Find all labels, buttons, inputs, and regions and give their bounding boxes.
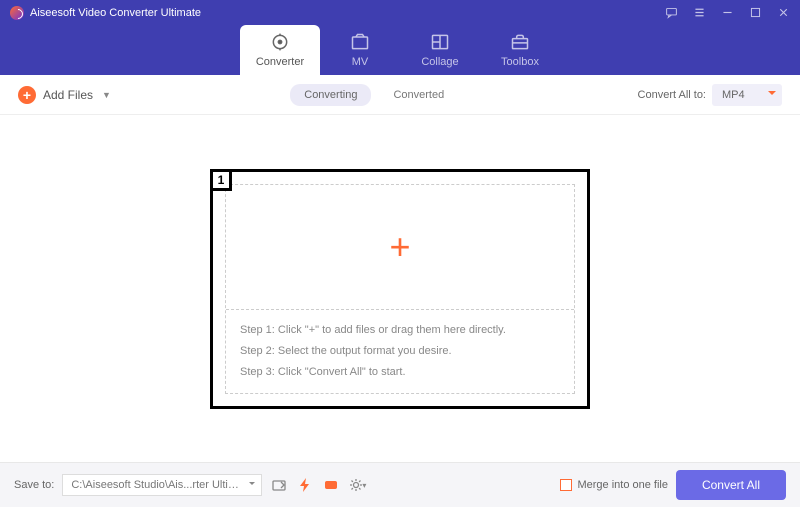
segment-converted[interactable]: Converted	[379, 84, 458, 106]
maximize-icon[interactable]	[748, 6, 762, 20]
step-text: Step 3: Click "Convert All" to start.	[240, 362, 560, 383]
app-title: Aiseesoft Video Converter Ultimate	[30, 7, 201, 19]
feedback-icon[interactable]	[664, 6, 678, 20]
segment-converting[interactable]: Converting	[290, 84, 371, 106]
toolbar: + Add Files ▼ Converting Converted Conve…	[0, 75, 800, 115]
settings-icon[interactable]: ▾	[348, 476, 366, 494]
convert-all-to-label: Convert All to:	[638, 89, 706, 101]
close-icon[interactable]	[776, 6, 790, 20]
footer: Save to: C:\Aiseesoft Studio\Ais...rter …	[0, 462, 800, 507]
save-to-label: Save to:	[14, 479, 54, 491]
add-files-label: Add Files	[43, 88, 93, 102]
checkbox-icon	[560, 479, 572, 491]
convert-all-button[interactable]: Convert All	[676, 470, 786, 500]
window-controls	[664, 6, 790, 20]
drop-zone[interactable]: + Step 1: Click "+" to add files or drag…	[225, 184, 575, 394]
drop-zone-add-area[interactable]: +	[226, 185, 574, 310]
output-format-select[interactable]: MP4	[712, 84, 782, 106]
tab-label: Converter	[256, 56, 304, 68]
callout-badge: 1	[210, 169, 232, 191]
titlebar: Aiseesoft Video Converter Ultimate	[0, 0, 800, 25]
open-folder-icon[interactable]	[270, 476, 288, 494]
tab-toolbox[interactable]: Toolbox	[480, 25, 560, 75]
chevron-down-icon: ▼	[102, 90, 111, 100]
plus-icon: +	[18, 86, 36, 104]
step-text: Step 2: Select the output format you des…	[240, 341, 560, 362]
tab-converter[interactable]: Converter	[240, 25, 320, 75]
step-text: Step 1: Click "+" to add files or drag t…	[240, 320, 560, 341]
tab-collage[interactable]: Collage	[400, 25, 480, 75]
merge-label: Merge into one file	[577, 479, 668, 491]
menu-icon[interactable]	[692, 6, 706, 20]
add-plus-icon: +	[389, 226, 410, 268]
add-files-button[interactable]: + Add Files ▼	[18, 86, 111, 104]
tab-mv[interactable]: MV	[320, 25, 400, 75]
high-speed-icon[interactable]	[322, 476, 340, 494]
merge-checkbox[interactable]: Merge into one file	[560, 479, 668, 491]
instructions: Step 1: Click "+" to add files or drag t…	[226, 310, 574, 393]
tab-bar: Converter MV Collage Toolbox	[0, 25, 800, 75]
gpu-accel-icon[interactable]	[296, 476, 314, 494]
tab-label: Collage	[421, 56, 458, 68]
tab-label: MV	[352, 56, 369, 68]
app-logo-icon	[10, 6, 24, 20]
save-path-select[interactable]: C:\Aiseesoft Studio\Ais...rter Ultimate\…	[62, 474, 262, 496]
tab-label: Toolbox	[501, 56, 539, 68]
drop-frame: 1 + Step 1: Click "+" to add files or dr…	[210, 169, 590, 409]
minimize-icon[interactable]	[720, 6, 734, 20]
main-area: 1 + Step 1: Click "+" to add files or dr…	[0, 115, 800, 462]
